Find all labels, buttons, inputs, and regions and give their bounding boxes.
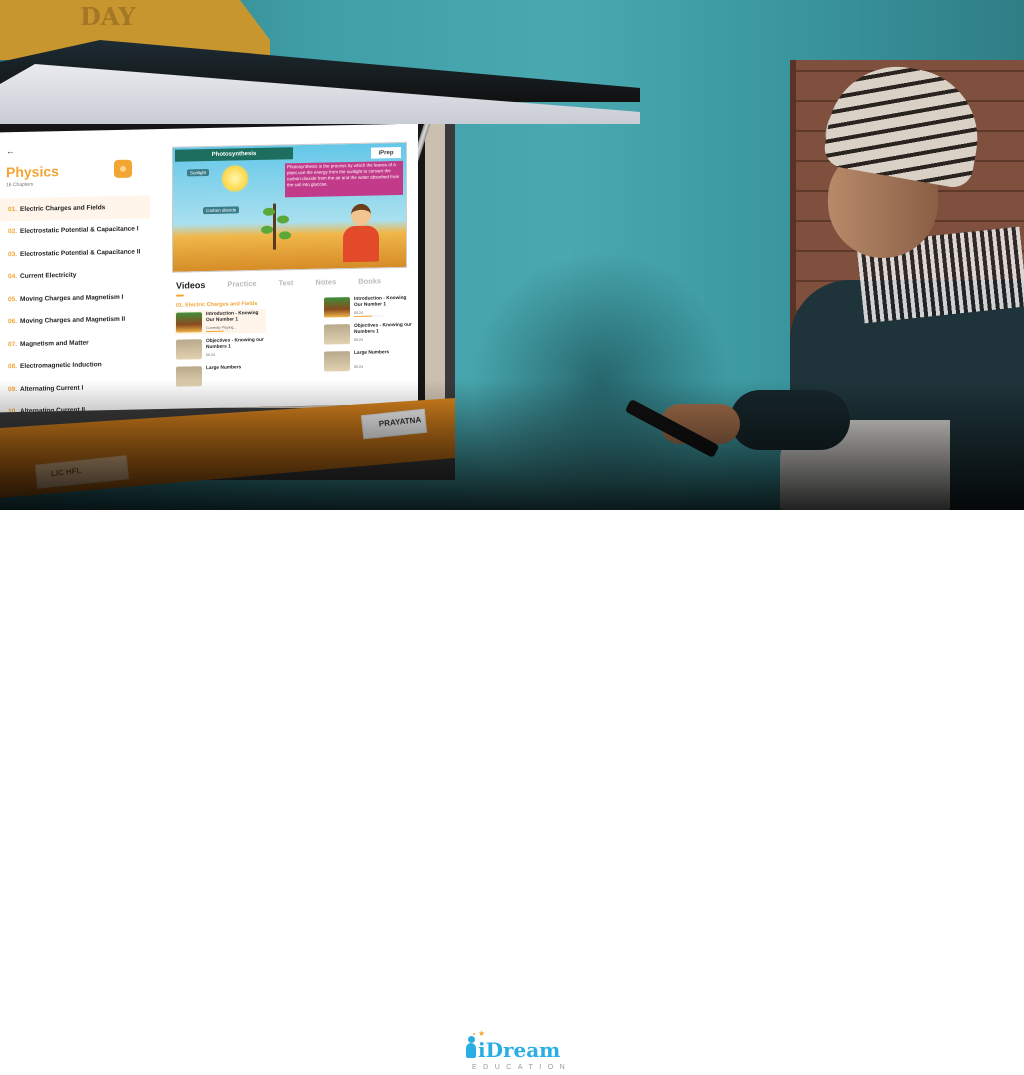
sunlight-label: Sunlight	[187, 168, 210, 177]
leaf	[261, 225, 273, 234]
chapter-number: 05.	[8, 295, 18, 303]
video-item-meta: 00:24	[206, 352, 215, 358]
boy-body	[343, 225, 379, 263]
leaf	[279, 231, 291, 240]
video-item[interactable]: Objectives - Knowing our Numbers 1 00:24	[174, 336, 266, 362]
video-item[interactable]: Introduction - Knowing Our Number 1 00:24	[322, 294, 414, 320]
video-item-title: Objectives - Knowing our Numbers 1	[206, 337, 264, 351]
chapter-item[interactable]: 01. Electric Charges and Fields	[0, 195, 150, 221]
boy-head	[351, 203, 371, 227]
chapter-item[interactable]: 07. Magnetism and Matter	[0, 330, 150, 356]
chapter-count: 16 Chapters	[6, 181, 34, 189]
leaf	[277, 215, 289, 224]
video-item-meta: 00:24	[354, 310, 363, 315]
poster-text: DAY	[80, 2, 136, 31]
chapter-label: Electrostatic Potential & Capacitance II	[20, 248, 141, 258]
video-thumbnail	[324, 351, 350, 372]
video-thumbnail	[176, 312, 202, 333]
chapter-label: Moving Charges and Magnetism I	[20, 293, 124, 303]
video-item-title: Large Numbers	[354, 350, 390, 356]
tab-books[interactable]: Books	[358, 276, 381, 286]
video-item-title: Introduction - Knowing Our Number 1	[354, 295, 407, 309]
chapter-number: 08.	[8, 363, 18, 371]
chapter-item[interactable]: 04. Current Electricity	[0, 263, 150, 289]
bottom-vignette	[0, 380, 1024, 510]
child-figure-icon	[464, 1036, 478, 1060]
chapter-item[interactable]: 06. Moving Charges and Magnetism II	[0, 308, 150, 334]
section-title: 01. Electric Charges and Fields	[176, 300, 258, 309]
video-item-meta: Currently Playing...	[206, 325, 237, 331]
video-progress-bar	[206, 330, 236, 333]
sun-graphic	[221, 164, 249, 193]
tab-videos[interactable]: Videos	[176, 280, 205, 291]
carbon-dioxide-label: Carbon dioxide	[203, 206, 240, 215]
video-thumbnail	[324, 297, 350, 318]
chapter-label: Current Electricity	[20, 272, 77, 281]
chapter-label: Electromagnetic Induction	[20, 361, 102, 371]
idream-logo: ★ iDream EDUCATION	[462, 1030, 572, 1075]
chapter-label: Electric Charges and Fields	[20, 203, 106, 213]
iprep-badge: iPrep	[371, 146, 401, 159]
star-icon: ★	[478, 1029, 486, 1038]
photo: DAY ← Physics 16 Chapters 01. Electric Ch…	[0, 0, 1024, 510]
cabinet-lid	[0, 40, 640, 124]
video-item[interactable]: Introduction - Knowing Our Number 1 Curre…	[174, 308, 266, 335]
boy-character	[343, 203, 379, 263]
tab-notes[interactable]: Notes	[315, 277, 336, 287]
chapter-number: 07.	[8, 340, 18, 348]
chapter-label: Moving Charges and Magnetism II	[20, 316, 126, 326]
tab-test[interactable]: Test	[279, 278, 294, 288]
chapter-number: 02.	[8, 228, 18, 236]
video-item[interactable]: Objectives - Knowing our Numbers 1 00:24	[322, 321, 414, 347]
logo-dot	[473, 1033, 475, 1035]
video-item-meta: 00:24	[354, 337, 363, 342]
video-item-title: Introduction - Knowing Our Number 1	[206, 310, 259, 324]
video-thumbnail	[176, 339, 202, 360]
video-item-meta: 00:24	[354, 364, 363, 369]
video-description: Photosynthesis is the process by which t…	[285, 160, 403, 198]
video-player[interactable]: Photosynthesis iPrep Photosynthesis is t…	[172, 141, 407, 273]
chapter-label: Electrostatic Potential & Capacitance I	[20, 225, 139, 236]
logo-tagline: EDUCATION	[472, 1064, 572, 1071]
physics-icon	[114, 159, 132, 178]
chapter-item[interactable]: 05. Moving Charges and Magnetism I	[0, 285, 150, 311]
logo-wordmark: iDream	[478, 1038, 561, 1062]
tv-screen: ← Physics 16 Chapters 01. Electric Charge…	[0, 123, 418, 413]
chapter-number: 04.	[8, 273, 18, 281]
chapter-label: Magnetism and Matter	[20, 339, 89, 348]
footer: ★ iDream EDUCATION	[0, 510, 1024, 1071]
subject-title: Physics	[6, 163, 59, 181]
active-tab-indicator	[176, 294, 184, 297]
chapter-item[interactable]: 08. Electromagnetic Induction	[0, 353, 150, 379]
chapter-number: 06.	[8, 318, 18, 326]
video-item[interactable]: Large Numbers 00:24	[322, 348, 414, 374]
video-thumbnail	[324, 324, 350, 345]
chapter-number: 01.	[8, 205, 18, 213]
video-progress-bar	[354, 315, 384, 318]
video-item-title: Objectives - Knowing our Numbers 1	[354, 322, 412, 336]
chapter-number: 03.	[8, 250, 18, 258]
video-item-title: Large Numbers	[206, 365, 242, 372]
chapter-item[interactable]: 03. Electrostatic Potential & Capacitance…	[0, 240, 150, 266]
video-title: Photosynthesis	[175, 147, 293, 162]
tab-practice[interactable]: Practice	[227, 279, 256, 290]
content-tabs: Videos Practice Test Notes Books	[176, 276, 381, 290]
chapter-item[interactable]: 02. Electrostatic Potential & Capacitance…	[0, 218, 150, 244]
back-arrow-icon[interactable]: ←	[6, 146, 15, 156]
